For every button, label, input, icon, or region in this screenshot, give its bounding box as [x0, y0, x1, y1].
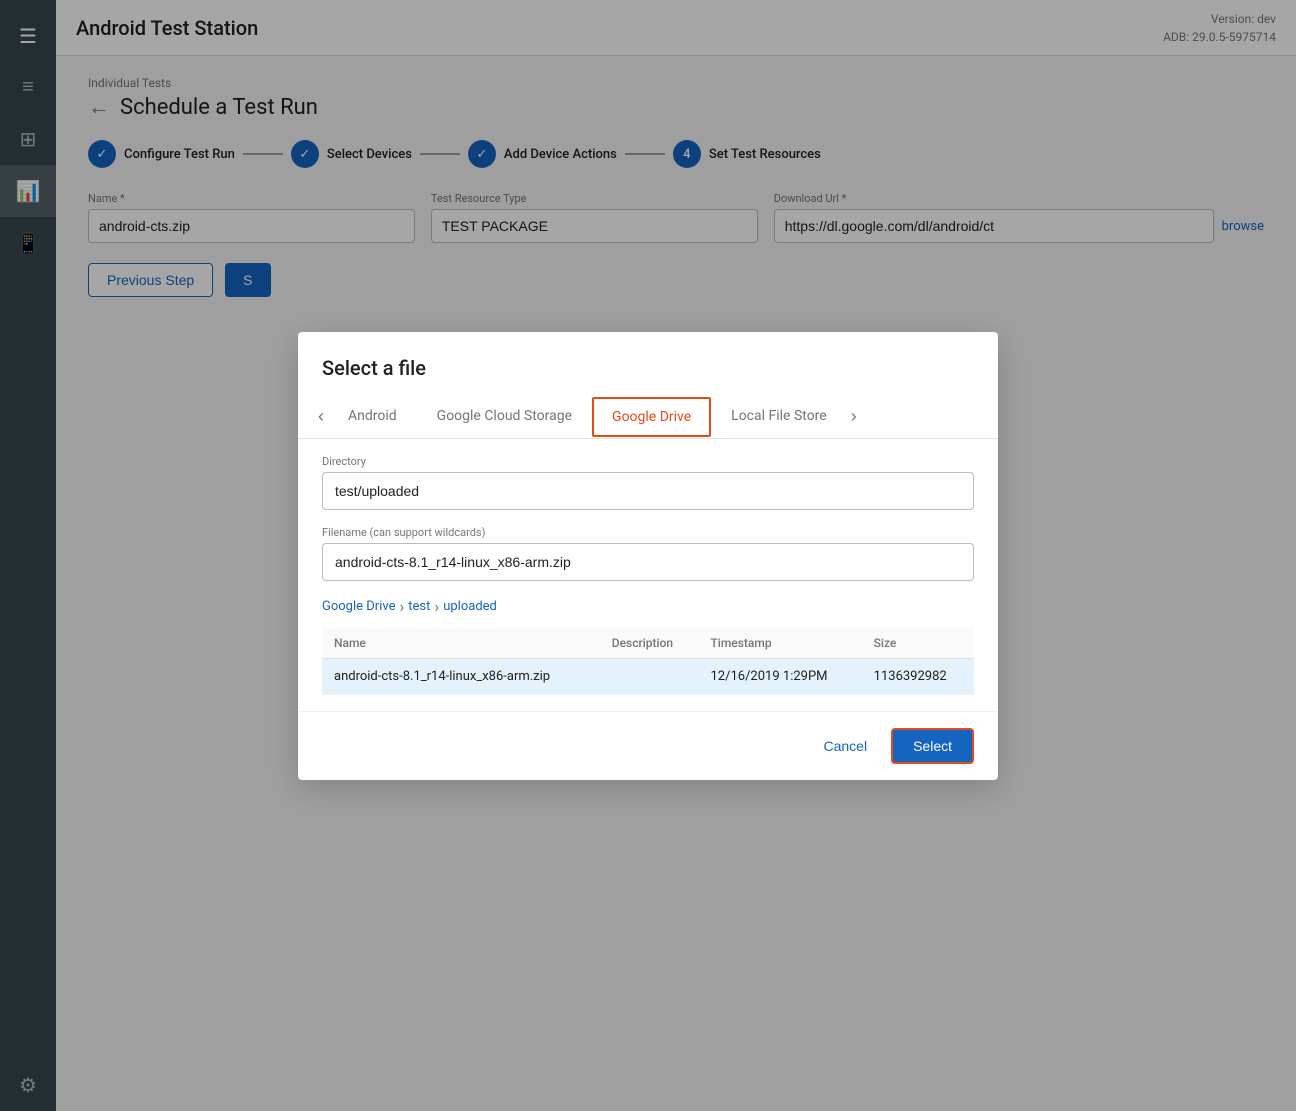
file-size: 1136392982 [862, 658, 974, 694]
dialog-title: Select a file [322, 356, 974, 380]
tab-android[interactable]: Android [328, 396, 417, 438]
table-row[interactable]: android-cts-8.1_r14-linux_x86-arm.zip 12… [322, 658, 974, 694]
breadcrumb-sep-2: › [434, 597, 439, 616]
tab-local[interactable]: Local File Store [711, 396, 847, 438]
tabs-container: ‹ Android Google Cloud Storage Google Dr… [298, 396, 998, 439]
dialog-body: Directory Filename (can support wildcard… [298, 439, 998, 711]
file-select-dialog: Select a file ‹ Android Google Cloud Sto… [298, 332, 998, 780]
filename-input[interactable] [322, 543, 974, 581]
col-name: Name [322, 628, 600, 659]
dialog-footer: Cancel Select [298, 711, 998, 780]
file-breadcrumb: Google Drive › test › uploaded [322, 597, 974, 616]
breadcrumb-root[interactable]: Google Drive [322, 599, 395, 614]
dialog-header: Select a file [298, 332, 998, 396]
col-description: Description [600, 628, 699, 659]
tab-prev-button[interactable]: ‹ [314, 398, 328, 435]
col-timestamp: Timestamp [698, 628, 861, 659]
file-name: android-cts-8.1_r14-linux_x86-arm.zip [322, 658, 600, 694]
tab-gcs[interactable]: Google Cloud Storage [417, 396, 592, 438]
modal-overlay: Select a file ‹ Android Google Cloud Sto… [0, 0, 1296, 1111]
select-button[interactable]: Select [891, 728, 974, 764]
directory-field-group: Directory [322, 455, 974, 510]
tab-next-button[interactable]: › [847, 398, 861, 435]
breadcrumb-test[interactable]: test [408, 599, 430, 614]
breadcrumb-sep-1: › [399, 597, 404, 616]
file-description [600, 658, 699, 694]
tab-gdrive[interactable]: Google Drive [592, 397, 711, 437]
directory-input[interactable] [322, 472, 974, 510]
directory-label: Directory [322, 455, 974, 468]
breadcrumb-uploaded[interactable]: uploaded [443, 599, 497, 614]
col-size: Size [862, 628, 974, 659]
file-timestamp: 12/16/2019 1:29PM [698, 658, 861, 694]
cancel-button[interactable]: Cancel [811, 730, 879, 762]
filename-field-group: Filename (can support wildcards) [322, 526, 974, 581]
filename-label: Filename (can support wildcards) [322, 526, 974, 539]
file-table: Name Description Timestamp Size android-… [322, 628, 974, 695]
